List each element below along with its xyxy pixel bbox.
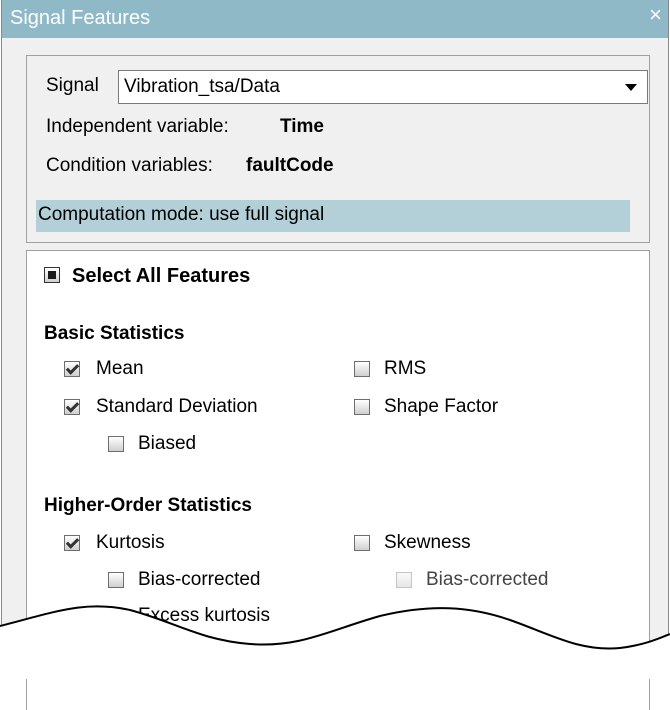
skewness-bias-corrected-label: Bias-corrected: [426, 569, 549, 590]
kurtosis-label[interactable]: Kurtosis: [96, 532, 165, 554]
shape-factor-checkbox[interactable]: [354, 399, 370, 415]
kurtosis-bias-corrected-label[interactable]: Bias-corrected: [138, 569, 261, 591]
rms-label[interactable]: RMS: [384, 358, 426, 380]
biased-checkbox[interactable]: [108, 436, 124, 452]
select-all-checkbox[interactable]: [44, 267, 60, 283]
skewness-bias-corrected-checkbox: [396, 572, 412, 588]
independent-variable-value: Time: [280, 116, 325, 137]
higher-order-statistics-heading: Higher-Order Statistics: [44, 495, 252, 516]
signal-dropdown[interactable]: Vibration_tsa/Data: [118, 70, 648, 104]
title-bar: Signal Features ×: [2, 0, 668, 38]
standard-deviation-checkbox[interactable]: [64, 399, 80, 415]
torn-edge-wave: [0, 605, 670, 679]
mean-checkbox[interactable]: [64, 361, 80, 377]
rms-checkbox[interactable]: [354, 361, 370, 377]
chevron-down-icon[interactable]: [625, 84, 637, 91]
biased-label[interactable]: Biased: [138, 433, 196, 455]
skewness-label[interactable]: Skewness: [384, 532, 471, 554]
skewness-checkbox[interactable]: [354, 535, 370, 551]
select-all-label[interactable]: Select All Features: [72, 265, 250, 288]
computation-mode-bar[interactable]: Computation mode: use full signal: [36, 200, 630, 232]
signal-dropdown-value: Vibration_tsa/Data: [124, 76, 280, 97]
kurtosis-checkbox[interactable]: [64, 535, 80, 551]
shape-factor-label[interactable]: Shape Factor: [384, 396, 498, 418]
mean-label[interactable]: Mean: [96, 358, 144, 380]
condition-variables-value: faultCode: [246, 155, 334, 176]
computation-mode-text: Computation mode: use full signal: [38, 204, 325, 225]
window-title: Signal Features: [10, 7, 151, 29]
close-icon[interactable]: ×: [649, 4, 662, 26]
condition-variables-label: Condition variables:: [46, 155, 213, 176]
independent-variable-label: Independent variable:: [46, 116, 229, 137]
basic-statistics-heading: Basic Statistics: [44, 323, 185, 344]
signal-label: Signal: [46, 75, 99, 96]
kurtosis-bias-corrected-checkbox[interactable]: [108, 572, 124, 588]
standard-deviation-label[interactable]: Standard Deviation: [96, 396, 258, 418]
